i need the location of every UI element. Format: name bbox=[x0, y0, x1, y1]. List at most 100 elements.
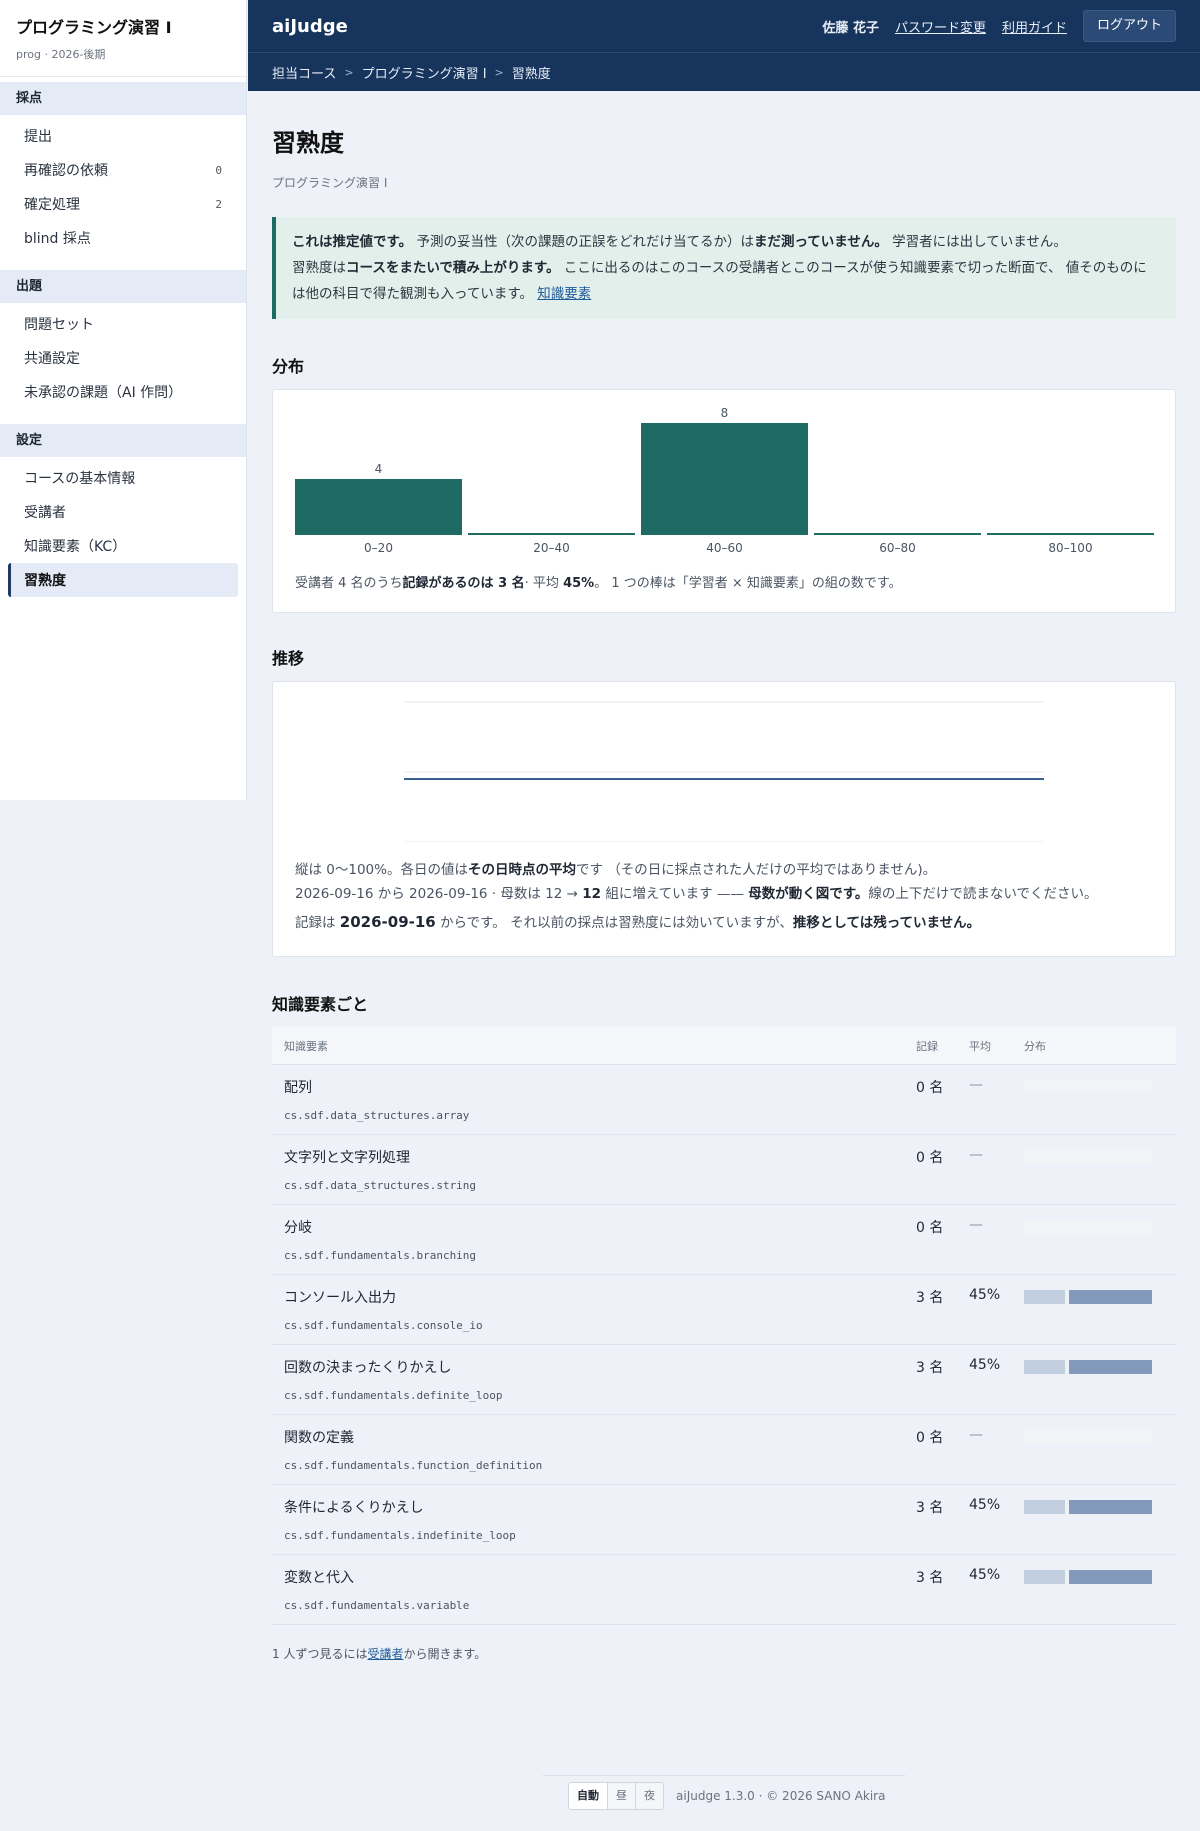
estimate-notice: これは推定値です。 予測の妥当性（次の課題の正誤をどれだけ当てるか）はまだ測って… bbox=[272, 217, 1176, 319]
kc-id: cs.sdf.data_structures.string bbox=[284, 1179, 477, 1192]
count-badge: 0 bbox=[215, 163, 222, 177]
kc-distribution-bar bbox=[1024, 1220, 1152, 1234]
table-row: 文字列と文字列処理 cs.sdf.data_structures.string … bbox=[272, 1135, 1176, 1205]
kc-footnote: 1 人ずつ見るには受講者から開きます。 bbox=[272, 1645, 1176, 1662]
kc-cell-name: 関数の定義 cs.sdf.fundamentals.function_defin… bbox=[272, 1427, 916, 1472]
knowledge-components-link[interactable]: 知識要素 bbox=[537, 286, 591, 302]
sidebar-item-blind-grading[interactable]: blind 採点 bbox=[8, 221, 238, 255]
kc-cell-name: 文字列と文字列処理 cs.sdf.data_structures.string bbox=[272, 1147, 916, 1192]
note-text: 受講者 4 名のうち bbox=[295, 576, 403, 591]
brand-logo[interactable]: aiJudge bbox=[272, 16, 348, 37]
column-header-records: 記録 bbox=[916, 1039, 938, 1053]
distribution-empty bbox=[1024, 1150, 1152, 1164]
kc-average: — bbox=[969, 1077, 983, 1093]
kc-name: 関数の定義 bbox=[284, 1430, 354, 1446]
kc-records: 3 名 bbox=[916, 1500, 944, 1516]
password-change-link[interactable]: パスワード変更 bbox=[895, 17, 986, 36]
course-title: プログラミング演習 I bbox=[16, 18, 172, 37]
kc-id: cs.sdf.data_structures.array bbox=[284, 1109, 470, 1122]
kc-cell-name: 条件によるくりかえし cs.sdf.fundamentals.indefinit… bbox=[272, 1497, 916, 1542]
sidebar-item-course-info[interactable]: コースの基本情報 bbox=[8, 461, 238, 495]
note-text: 組に増えています —— bbox=[601, 886, 749, 902]
sidebar-item-label: 問題セット bbox=[24, 317, 94, 333]
note-text: 縦は 0〜100%。各日の値は bbox=[295, 862, 468, 878]
kc-records: 3 名 bbox=[916, 1290, 944, 1306]
x-tick-label: 80–100 bbox=[1048, 541, 1092, 555]
kc-records: 0 名 bbox=[916, 1080, 944, 1096]
students-link[interactable]: 受講者 bbox=[367, 1647, 403, 1661]
x-tick-label: 0–20 bbox=[364, 541, 393, 555]
kc-average: — bbox=[969, 1427, 983, 1443]
sidebar-item-label: 習熟度 bbox=[24, 573, 66, 589]
kc-cell-name: 変数と代入 cs.sdf.fundamentals.variable bbox=[272, 1567, 916, 1612]
kc-name: 変数と代入 bbox=[284, 1570, 354, 1586]
sidebar-item-unapproved-tasks[interactable]: 未承認の課題（AI 作問） bbox=[8, 375, 238, 409]
sidebar-item-label: 確定処理 bbox=[24, 197, 80, 213]
sidebar-item-students[interactable]: 受講者 bbox=[8, 495, 238, 529]
kc-cell-dist bbox=[1024, 1567, 1164, 1584]
logout-button[interactable]: ログアウト bbox=[1082, 10, 1176, 42]
kc-records: 3 名 bbox=[916, 1360, 944, 1376]
count-badge: 2 bbox=[215, 197, 222, 211]
trend-note-line: 記録は 2026-09-16 からです。 それ以前の採点は習熟度には効いています… bbox=[295, 910, 1098, 935]
sidebar-header: プログラミング演習 I prog · 2026-後期 bbox=[0, 0, 246, 77]
kc-cell-dist bbox=[1024, 1287, 1164, 1304]
note-text: 2026-09-16 から 2026-09-16 · 母数は 12 → bbox=[295, 886, 583, 902]
sidebar-item-label: 知識要素（KC） bbox=[24, 539, 127, 555]
sidebar-item-recheck-requests[interactable]: 再確認の依頼 0 bbox=[8, 153, 238, 187]
kc-cell-dist bbox=[1024, 1427, 1164, 1444]
bar bbox=[295, 479, 462, 535]
kc-id: cs.sdf.fundamentals.branching bbox=[284, 1249, 477, 1262]
note-text: 1 人ずつ見るには bbox=[272, 1647, 368, 1661]
sidebar-item-common-settings[interactable]: 共通設定 bbox=[8, 341, 238, 375]
breadcrumb-item-current: 習熟度 bbox=[511, 66, 551, 82]
kc-cell-dist bbox=[1024, 1077, 1164, 1094]
kc-id: cs.sdf.fundamentals.definite_loop bbox=[284, 1389, 503, 1402]
note-bold: 母数が動く図です。 bbox=[748, 886, 869, 902]
distribution-segment bbox=[1024, 1570, 1065, 1584]
distribution-segment bbox=[1069, 1570, 1152, 1584]
breadcrumb-item-courses[interactable]: 担当コース bbox=[272, 63, 336, 82]
guide-link[interactable]: 利用ガイド bbox=[1002, 17, 1067, 36]
distribution-segment bbox=[1069, 1500, 1152, 1514]
sidebar-item-finalize[interactable]: 確定処理 2 bbox=[8, 187, 238, 221]
notice-bold: これは推定値です。 bbox=[292, 234, 413, 250]
kc-distribution-bar bbox=[1024, 1150, 1152, 1164]
sidebar-item-label: 提出 bbox=[24, 129, 52, 145]
kc-name: 配列 bbox=[284, 1080, 312, 1096]
bar bbox=[641, 423, 808, 535]
breadcrumb-item-course[interactable]: プログラミング演習 I bbox=[362, 63, 487, 82]
kc-records: 0 名 bbox=[916, 1220, 944, 1236]
kc-name: 回数の決まったくりかえし bbox=[284, 1360, 452, 1376]
kc-table-header: 知識要素 記録 平均 分布 bbox=[272, 1027, 1176, 1065]
footer-copyright: aiJudge 1.3.0 · © 2026 SANO Akira bbox=[676, 1788, 886, 1803]
theme-option[interactable]: 夜 bbox=[636, 1782, 663, 1809]
sidebar-item-knowledge-components[interactable]: 知識要素（KC） bbox=[8, 529, 238, 563]
sidebar-item-mastery[interactable]: 習熟度 bbox=[8, 563, 238, 597]
kc-table-body: 配列 cs.sdf.data_structures.array 0 名 — 文字… bbox=[272, 1065, 1176, 1625]
distribution-segment bbox=[1024, 1500, 1065, 1514]
distribution-note: 受講者 4 名のうち記録があるのは 3 名· 平均 45%。 1 つの棒は「学習… bbox=[295, 572, 902, 591]
note-bold: 記録があるのは 3 名 bbox=[402, 576, 525, 591]
theme-option[interactable]: 昼 bbox=[608, 1782, 636, 1809]
kc-cell-dist bbox=[1024, 1357, 1164, 1374]
bar bbox=[987, 533, 1154, 535]
sidebar-item-problem-sets[interactable]: 問題セット bbox=[8, 307, 238, 341]
sidebar-group-title: 設定 bbox=[0, 424, 246, 457]
footer: 自動昼夜 aiJudge 1.3.0 · © 2026 SANO Akira bbox=[543, 1775, 905, 1815]
kc-distribution-bar bbox=[1024, 1430, 1152, 1444]
kc-name: 条件によるくりかえし bbox=[284, 1500, 424, 1516]
top-bar: aiJudge 佐藤 花子 パスワード変更 利用ガイド ログアウト bbox=[248, 0, 1200, 52]
table-row: 回数の決まったくりかえし cs.sdf.fundamentals.definit… bbox=[272, 1345, 1176, 1415]
distribution-empty bbox=[1024, 1430, 1152, 1444]
table-row: 変数と代入 cs.sdf.fundamentals.variable 3 名 4… bbox=[272, 1555, 1176, 1625]
distribution-segment bbox=[1069, 1290, 1152, 1304]
sidebar-item-submissions[interactable]: 提出 bbox=[8, 119, 238, 153]
x-tick-label: 40–60 bbox=[706, 541, 743, 555]
notice-text: 学習者には出していません。 bbox=[887, 234, 1067, 250]
kc-id: cs.sdf.fundamentals.function_definition bbox=[284, 1459, 543, 1472]
theme-option[interactable]: 自動 bbox=[569, 1782, 608, 1809]
course-subtitle: prog · 2026-後期 bbox=[16, 48, 106, 61]
sidebar-item-label: コースの基本情報 bbox=[24, 471, 136, 487]
kc-records: 0 名 bbox=[916, 1150, 944, 1166]
